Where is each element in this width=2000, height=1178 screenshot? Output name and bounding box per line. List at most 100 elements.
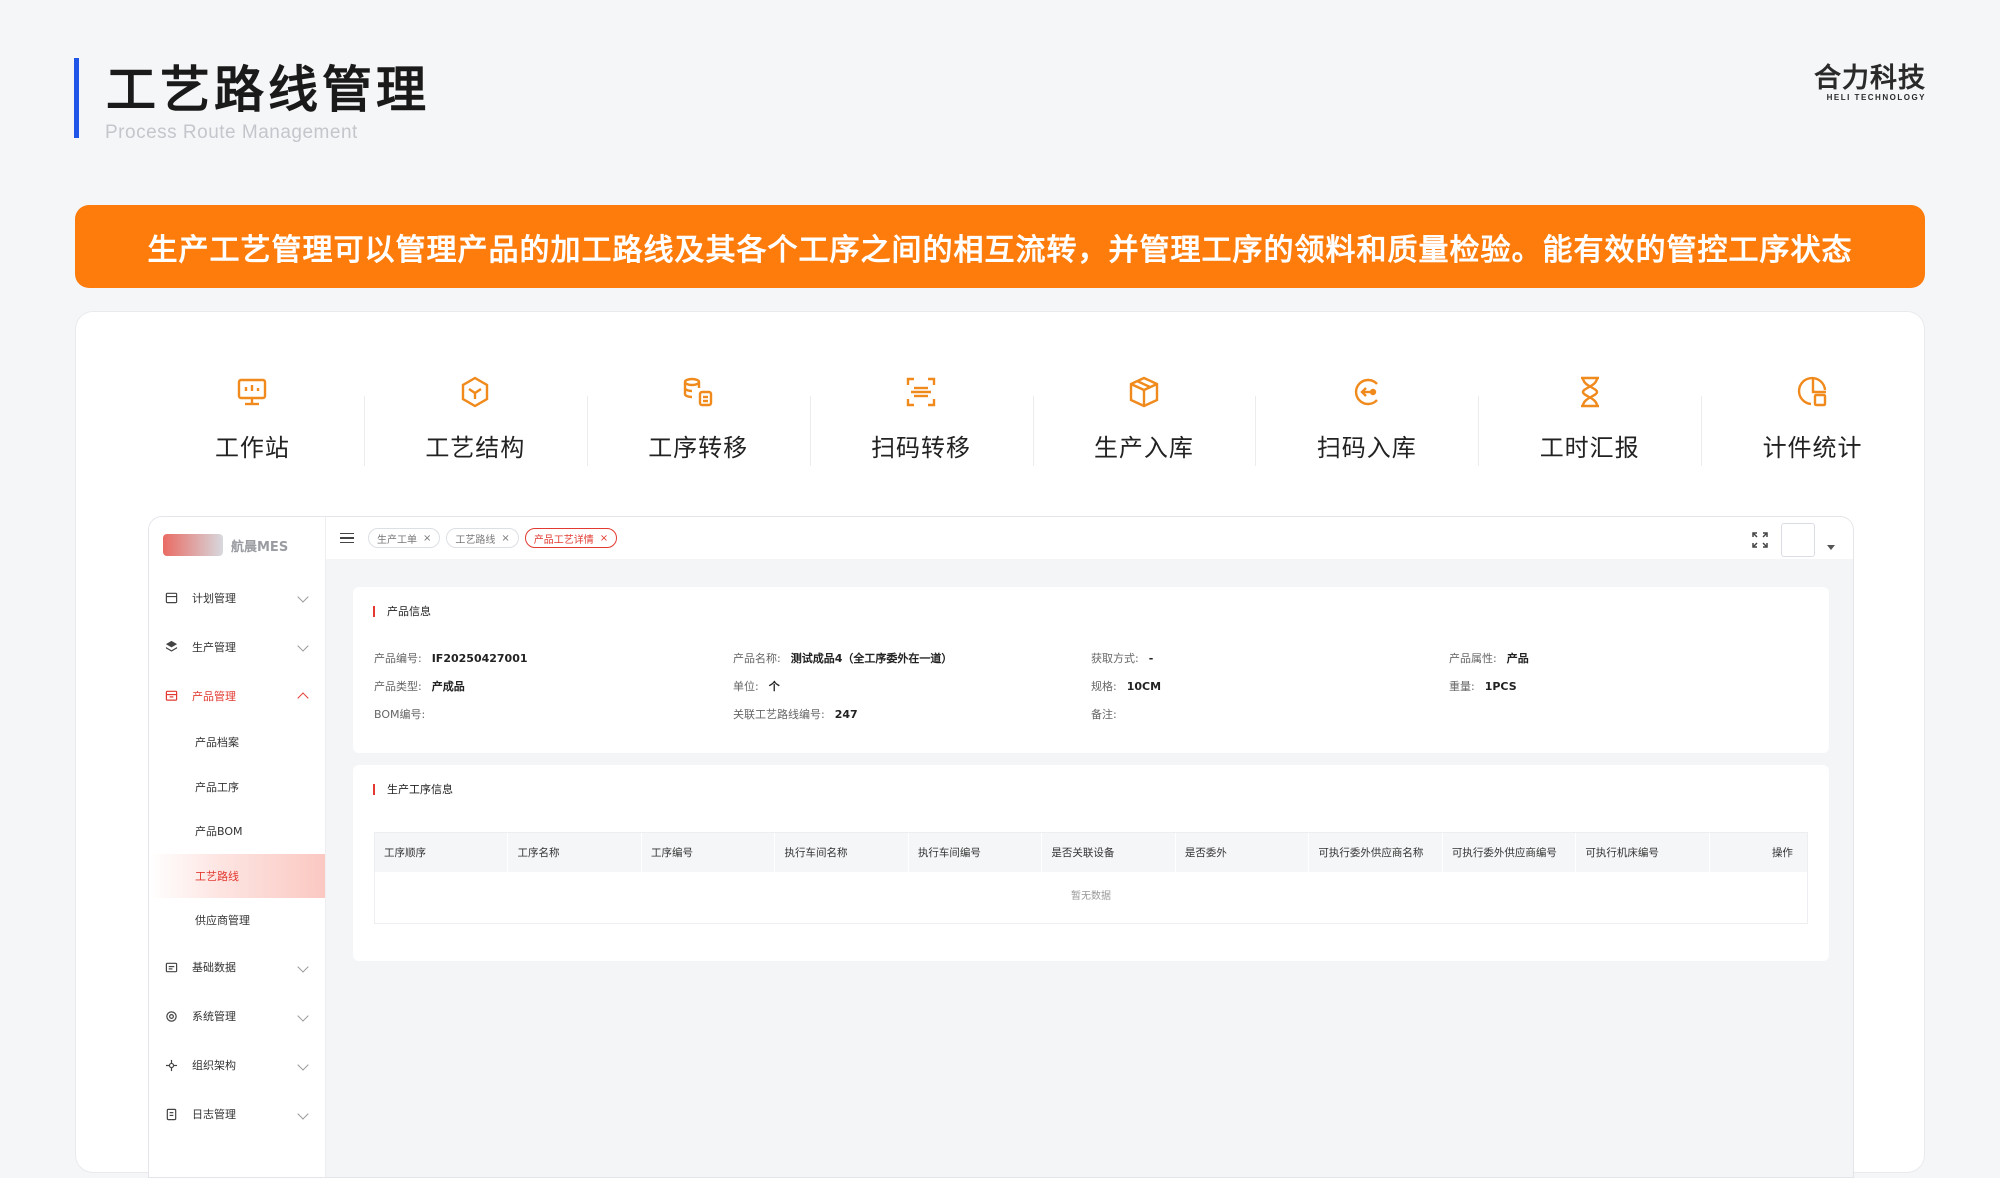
feature-workstation: 工作站 — [141, 368, 364, 488]
product-icon — [165, 690, 178, 701]
app-topbar: 生产工单 × 工艺路线 × 产品工艺详情 × — [326, 517, 1853, 559]
product-info-panel: 产品信息 产品编号: IF20250427001 产品名称: 测试成品4（全工序委外… — [353, 587, 1829, 753]
sidebar-subitem-product-archive[interactable]: 产品档案 — [149, 720, 325, 765]
sidebar-item-system[interactable]: 系统管理 — [149, 992, 325, 1041]
sidebar-subitem-supplier[interactable]: 供应商管理 — [149, 898, 325, 943]
column-header: 执行车间名称 — [775, 833, 909, 872]
field-remark: 备注: — [1091, 706, 1117, 722]
layers-icon — [165, 640, 178, 652]
feature-process-transfer: 工序转移 — [586, 368, 810, 488]
field-label: 重量: — [1449, 680, 1475, 693]
sidebar-item-logs[interactable]: 日志管理 — [149, 1090, 325, 1139]
banner-text: 生产工艺管理可以管理产品的加工路线及其各个工序之间的相互流转，并管理工序的领料和… — [147, 232, 1853, 268]
app-logo: 航晨MES — [149, 517, 325, 573]
feature-list: 工作站 工艺结构 工序转移 扫码转移 生产入库 扫码入库 工时汇报 计件统计 — [76, 368, 1924, 488]
sidebar-subitem-product-process[interactable]: 产品工序 — [149, 765, 325, 810]
column-header: 可执行委外供应商名称 — [1309, 833, 1443, 872]
field-value: 247 — [834, 708, 858, 721]
brand-name-cn: 合力科技 — [1814, 63, 1926, 94]
column-header: 工序顺序 — [375, 833, 509, 872]
process-table: 工序顺序 工序名称 工序编号 执行车间名称 执行车间编号 是否关联设备 是否委外… — [374, 832, 1808, 924]
sidebar-item-label: 产品管理 — [192, 689, 236, 703]
box-icon — [1129, 376, 1159, 408]
feature-label: 工时汇报 — [1539, 434, 1640, 462]
app-window: 航晨MES 计划管理 生产管理 产品管理 产品档案 产品工序 产品BOM 工艺路… — [148, 516, 1854, 1178]
column-header: 可执行委外供应商编号 — [1443, 833, 1577, 872]
monitor-icon — [238, 378, 267, 406]
tab-product-process-detail[interactable]: 产品工艺详情 × — [524, 528, 618, 548]
feature-label: 工作站 — [214, 434, 290, 462]
avatar[interactable] — [1781, 523, 1815, 557]
chevron-up-icon — [297, 692, 309, 704]
document-icon — [166, 1108, 177, 1120]
page-title: 工艺路线管理 — [106, 61, 430, 119]
caret-down-icon[interactable] — [1827, 544, 1835, 550]
sidebar-subitem-product-bom[interactable]: 产品BOM — [149, 809, 325, 854]
field-product-type: 产品类型: 产成品 — [374, 678, 465, 694]
feature-scan-transfer: 扫码转移 — [809, 368, 1033, 488]
chevron-down-icon — [297, 591, 309, 603]
field-weight: 重量: 1PCS — [1449, 678, 1517, 694]
field-spec: 规格: 10CM — [1091, 678, 1161, 694]
field-value: 产成品 — [431, 680, 465, 693]
sidebar-item-label: 日志管理 — [192, 1108, 236, 1121]
sidebar-item-organization[interactable]: 组织架构 — [149, 1041, 325, 1090]
tab-label: 产品工艺详情 — [533, 534, 594, 546]
column-header: 操作 — [1771, 847, 1793, 859]
sidebar-item-label: 组织架构 — [192, 1059, 236, 1072]
sidebar-item-production[interactable]: 生产管理 — [149, 622, 325, 671]
fullscreen-icon[interactable] — [1751, 531, 1769, 549]
field-product-name: 产品名称: 测试成品4（全工序委外在一道） — [733, 650, 952, 666]
close-icon[interactable]: × — [423, 533, 431, 544]
sidebar-item-product[interactable]: 产品管理 — [149, 671, 325, 720]
cube-icon — [462, 376, 489, 408]
close-icon[interactable]: × — [501, 533, 509, 544]
field-value: - — [1148, 652, 1154, 665]
sidebar-item-label: 系统管理 — [192, 1010, 236, 1023]
field-value: 产品 — [1506, 652, 1529, 665]
field-product-code: 产品编号: IF20250427001 — [374, 650, 528, 666]
sidebar-item-plan[interactable]: 计划管理 — [149, 573, 325, 622]
field-route-code: 关联工艺路线编号: 247 — [733, 706, 858, 722]
org-chart-icon — [165, 1059, 178, 1071]
column-header: 是否关联设备 — [1042, 833, 1176, 872]
column-header: 工序名称 — [508, 833, 642, 872]
app-logo-mark — [163, 534, 223, 556]
calendar-icon — [165, 592, 178, 604]
field-label: 产品属性: — [1449, 652, 1497, 665]
process-info-panel: 生产工序信息 工序顺序 工序名称 工序编号 执行车间名称 执行车间编号 是否关联… — [353, 765, 1829, 961]
panel-title: 产品信息 — [373, 603, 431, 619]
panel-title: 生产工序信息 — [373, 781, 453, 797]
sidebar: 航晨MES 计划管理 生产管理 产品管理 产品档案 产品工序 产品BOM 工艺路… — [149, 517, 326, 1177]
feature-label: 工序转移 — [648, 434, 749, 462]
feature-label: 生产入库 — [1093, 434, 1194, 462]
field-label: 产品类型: — [374, 680, 422, 693]
feature-label: 扫码转移 — [871, 434, 972, 462]
chevron-down-icon — [297, 640, 309, 652]
sidebar-item-basic-data[interactable]: 基础数据 — [149, 943, 325, 992]
tab-process-route[interactable]: 工艺路线 × — [446, 528, 519, 548]
brand-name-en: HELI TECHNOLOGY — [1826, 93, 1926, 102]
feature-production-inbound: 生产入库 — [1032, 368, 1256, 488]
field-value: 10CM — [1126, 680, 1162, 693]
tab-production-order[interactable]: 生产工单 × — [368, 528, 441, 548]
topbar-actions — [1751, 523, 1835, 557]
feature-label: 工艺结构 — [425, 434, 526, 462]
field-value: 1PCS — [1484, 680, 1517, 693]
field-label: 产品编号: — [374, 652, 422, 665]
field-bom-code: BOM编号: — [374, 706, 425, 722]
empty-state: 暂无数据 — [1071, 891, 1111, 902]
field-label: 关联工艺路线编号: — [733, 708, 825, 721]
close-icon[interactable]: × — [600, 533, 608, 544]
field-product-attribute: 产品属性: 产品 — [1449, 650, 1529, 666]
feature-piece-statistics: 计件统计 — [1701, 368, 1924, 488]
feature-process-structure: 工艺结构 — [363, 368, 587, 488]
sidebar-subitem-process-route[interactable]: 工艺路线 — [149, 853, 325, 898]
field-label: BOM编号: — [374, 708, 426, 721]
database-icon — [165, 962, 178, 972]
menu-toggle-icon[interactable] — [340, 530, 354, 547]
hourglass-icon — [1580, 376, 1599, 408]
field-unit: 单位: 个 — [733, 678, 780, 694]
sidebar-item-label: 计划管理 — [192, 591, 236, 605]
chevron-down-icon — [297, 1058, 309, 1071]
